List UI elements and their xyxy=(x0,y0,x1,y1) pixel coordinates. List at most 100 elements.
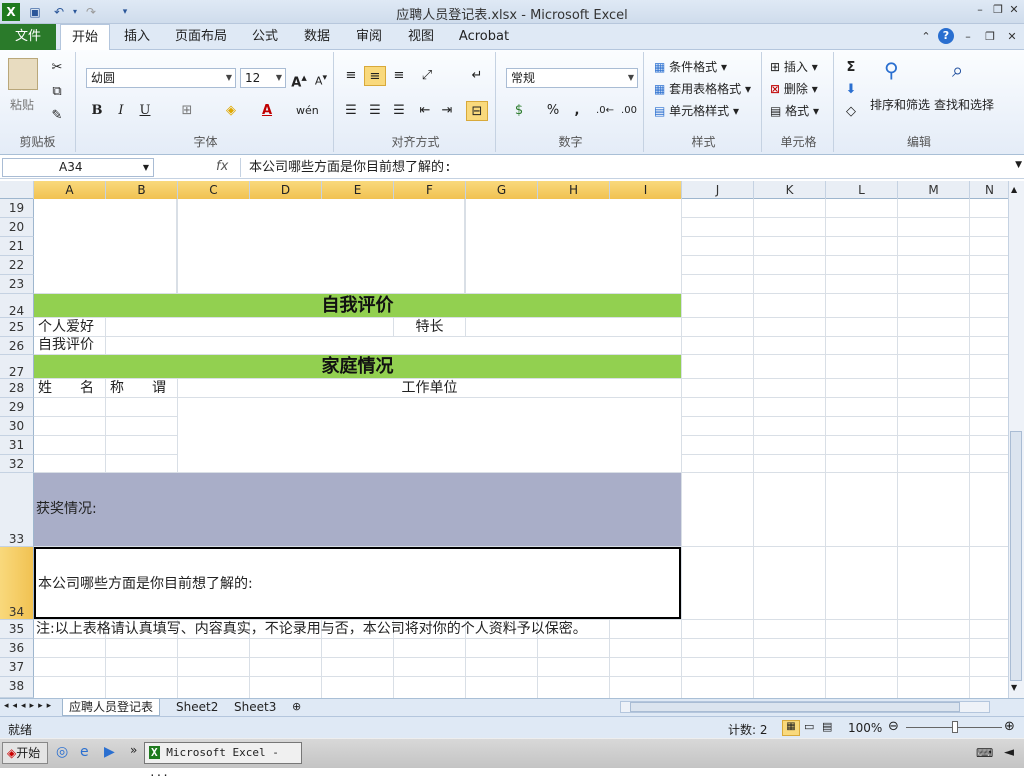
column-header[interactable]: F xyxy=(394,181,466,199)
sort-filter-button[interactable]: 排序和筛选 xyxy=(870,96,930,113)
row-header[interactable]: 29 xyxy=(0,398,34,417)
horizontal-scroll-thumb[interactable] xyxy=(630,702,960,712)
awards-cell[interactable]: 获奖情况: xyxy=(34,473,681,546)
row-header[interactable]: 27 xyxy=(0,355,34,379)
tab-insert[interactable]: 插入 xyxy=(116,24,158,50)
grow-font-icon[interactable]: A▴ xyxy=(288,68,310,90)
specialty-label[interactable]: 特长 xyxy=(394,318,465,336)
underline-button[interactable]: U xyxy=(134,101,156,121)
hobby-label[interactable]: 个人爱好 xyxy=(34,318,105,336)
column-header[interactable]: M xyxy=(898,181,970,199)
row-header[interactable]: 21 xyxy=(0,237,34,256)
column-header[interactable]: J xyxy=(682,181,754,199)
phonetic-icon[interactable]: wén xyxy=(296,101,319,121)
row-header[interactable]: 23 xyxy=(0,275,34,294)
column-header[interactable]: E xyxy=(322,181,394,199)
zoom-level[interactable]: 100% xyxy=(848,721,882,735)
tab-file[interactable]: 文件 xyxy=(0,24,56,50)
row-header[interactable]: 37 xyxy=(0,658,34,677)
row-header[interactable]: 35 xyxy=(0,620,34,639)
italic-button[interactable]: I xyxy=(110,101,132,121)
insert-cells-button[interactable]: ⊞ 插入 ▾ xyxy=(770,58,818,75)
column-header[interactable]: K xyxy=(754,181,826,199)
bold-button[interactable]: B xyxy=(86,101,108,121)
row-header[interactable]: 31 xyxy=(0,436,34,455)
column-header[interactable]: B xyxy=(106,181,178,199)
start-button[interactable]: ◈开始 xyxy=(2,742,48,764)
vertical-scroll-thumb[interactable] xyxy=(1010,431,1022,681)
zoom-in-icon[interactable]: ⊕ xyxy=(1004,719,1015,734)
help-icon[interactable]: ? xyxy=(938,28,954,44)
workbook-restore-icon[interactable]: ❐ xyxy=(982,29,998,45)
keyboard-icon[interactable]: ⌨ xyxy=(976,746,993,760)
sheet-tab[interactable]: Sheet2 xyxy=(170,699,224,716)
vertical-scrollbar[interactable]: ▲ ▼ xyxy=(1008,181,1024,698)
page-break-view-icon[interactable]: ▤ xyxy=(822,720,832,733)
column-header[interactable]: N xyxy=(970,181,1010,199)
align-left-icon[interactable]: ☰ xyxy=(340,101,362,121)
increase-indent-icon[interactable]: ⇥ xyxy=(436,101,458,121)
worksheet-grid[interactable]: 自我评价 个人爱好 特长 自我评价 家庭情况 姓 名 称 谓 工作单位 获奖情况… xyxy=(34,199,1010,698)
restore-icon[interactable]: ❐ xyxy=(990,2,1006,18)
clear-icon[interactable]: ◇ xyxy=(840,102,862,122)
tab-formulas[interactable]: 公式 xyxy=(244,24,286,50)
sort-filter-icon[interactable]: ⚲ xyxy=(884,58,899,82)
merged-cell-block[interactable] xyxy=(34,199,177,293)
sheet-tab-active[interactable]: 应聘人员登记表 xyxy=(62,699,161,716)
tab-home[interactable]: 开始 xyxy=(60,24,110,51)
find-select-icon[interactable]: ⌕ xyxy=(952,58,963,82)
column-header[interactable]: G xyxy=(466,181,538,199)
find-select-button[interactable]: 查找和选择 xyxy=(934,96,994,113)
hobby-input-cell[interactable] xyxy=(106,318,393,336)
row-header[interactable]: 33 xyxy=(0,473,34,547)
tab-acrobat[interactable]: Acrobat xyxy=(452,24,516,50)
player-icon[interactable]: ▶ xyxy=(104,744,115,760)
scroll-up-icon[interactable]: ▲ xyxy=(1011,185,1017,194)
format-cells-button[interactable]: ▤ 格式 ▾ xyxy=(770,102,819,119)
column-header[interactable]: C xyxy=(178,181,250,199)
conditional-format-button[interactable]: ▦ 条件格式 ▾ xyxy=(654,58,727,75)
row-header[interactable]: 26 xyxy=(0,337,34,355)
workbook-close-icon[interactable]: ✕ xyxy=(1004,29,1020,45)
specialty-input-cell[interactable] xyxy=(466,318,681,336)
zoom-out-icon[interactable]: ⊖ xyxy=(888,719,899,734)
formula-input[interactable]: 本公司哪些方面是你目前想了解的: xyxy=(240,158,1006,177)
delete-cells-button[interactable]: ⊠ 删除 ▾ xyxy=(770,80,818,97)
font-color-icon[interactable]: A xyxy=(256,101,278,121)
fill-color-icon[interactable]: ◈ xyxy=(220,101,242,121)
family-workplace-header[interactable]: 工作单位 xyxy=(178,379,681,397)
select-all-button[interactable] xyxy=(0,181,34,199)
note-text[interactable]: 注:以上表格请认真填写、内容真实，不论录用与否，本公司将对你的个人资料予以保密。 xyxy=(34,620,587,638)
row-header[interactable]: 30 xyxy=(0,417,34,436)
fill-icon[interactable]: ⬇ xyxy=(840,80,862,100)
border-icon[interactable]: ⊞ xyxy=(176,101,198,121)
row-header[interactable]: 22 xyxy=(0,256,34,275)
paste-button[interactable]: 粘贴 xyxy=(10,96,34,113)
column-header[interactable]: A xyxy=(34,181,106,199)
cut-icon[interactable]: ✂ xyxy=(46,58,68,78)
autosum-icon[interactable]: Σ xyxy=(840,58,862,78)
wrap-text-icon[interactable]: ↵ xyxy=(466,66,488,86)
ie-icon[interactable]: e xyxy=(80,744,89,760)
self-evaluation-label[interactable]: 自我评价 xyxy=(34,337,105,354)
merge-center-icon[interactable]: ⊟ xyxy=(466,101,488,121)
self-evaluation-input-cell[interactable] xyxy=(106,337,681,354)
insert-function-button[interactable]: fx xyxy=(216,159,228,174)
volume-icon[interactable]: ◄ xyxy=(1004,745,1014,760)
page-layout-view-icon[interactable]: ▭ xyxy=(804,720,814,733)
number-format-select[interactable]: 常规 ▼ xyxy=(506,68,638,88)
taskbar-excel-button[interactable]: X Microsoft Excel - ... xyxy=(144,742,302,779)
minimize-icon[interactable]: – xyxy=(972,2,988,18)
family-workplace-input-cell[interactable] xyxy=(178,398,681,472)
family-name-header[interactable]: 姓 名 xyxy=(34,379,105,397)
column-header[interactable]: I xyxy=(610,181,682,199)
decrease-decimal-icon[interactable]: .00 xyxy=(618,101,640,121)
font-size-select[interactable]: 12 ▼ xyxy=(240,68,286,88)
decrease-indent-icon[interactable]: ⇤ xyxy=(414,101,436,121)
comma-button[interactable]: , xyxy=(566,101,588,121)
name-box[interactable]: A34 ▼ xyxy=(2,158,154,177)
row-header[interactable]: 20 xyxy=(0,218,34,237)
paste-icon[interactable] xyxy=(8,58,38,90)
row-header[interactable]: 19 xyxy=(0,199,34,218)
collapse-ribbon-icon[interactable]: ⌃ xyxy=(918,29,934,45)
